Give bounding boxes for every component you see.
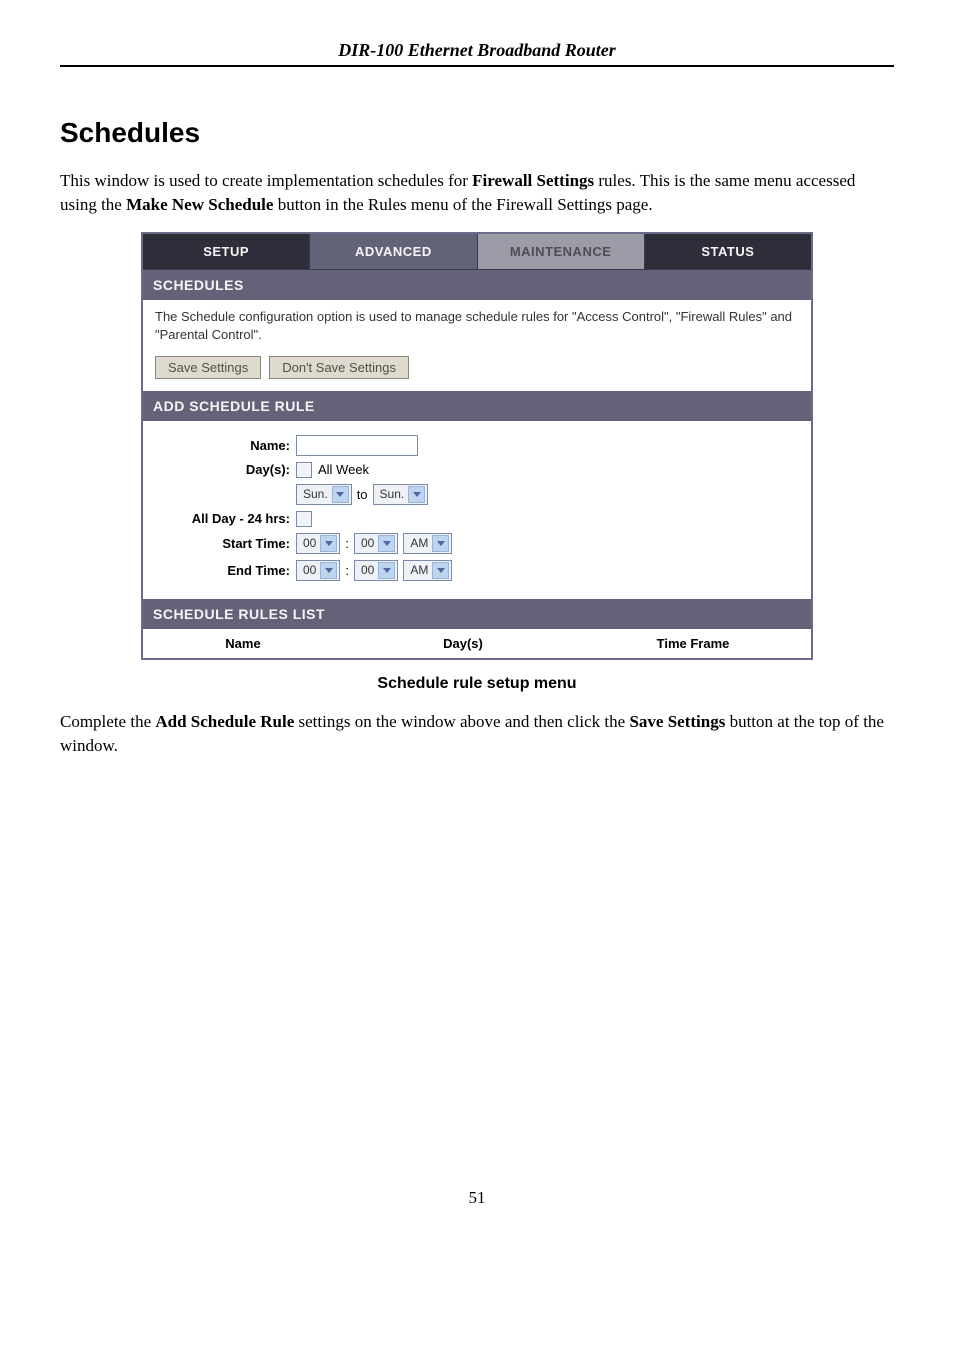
section-heading: Schedules bbox=[60, 117, 894, 149]
select-end-hour-value: 00 bbox=[303, 563, 316, 577]
chevron-down-icon bbox=[432, 535, 449, 552]
colon-2: : bbox=[345, 563, 349, 578]
column-time: Time Frame bbox=[583, 636, 803, 651]
tab-advanced[interactable]: ADVANCED bbox=[310, 234, 477, 270]
select-end-minute[interactable]: 00 bbox=[354, 560, 398, 581]
checkbox-all-week[interactable] bbox=[296, 462, 312, 478]
label-start-time: Start Time: bbox=[155, 536, 296, 551]
row-start-time: Start Time: 00 : 00 AM bbox=[155, 533, 799, 554]
intro-seg1: This window is used to create implementa… bbox=[60, 171, 472, 190]
intro-bold1: Firewall Settings bbox=[472, 171, 594, 190]
select-start-ampm[interactable]: AM bbox=[403, 533, 452, 554]
intro-seg3: button in the Rules menu of the Firewall… bbox=[273, 195, 652, 214]
row-days-range: Sun. to Sun. bbox=[155, 484, 799, 505]
save-settings-button[interactable]: Save Settings bbox=[155, 356, 261, 379]
tab-maintenance[interactable]: MAINTENANCE bbox=[478, 234, 645, 270]
schedules-button-row: Save Settings Don't Save Settings bbox=[155, 356, 799, 379]
chevron-down-icon bbox=[408, 486, 425, 503]
outro-paragraph: Complete the Add Schedule Rule settings … bbox=[60, 710, 894, 758]
row-days: Day(s): All Week bbox=[155, 462, 799, 478]
select-end-ampm-value: AM bbox=[410, 563, 428, 577]
add-schedule-rule-title: ADD SCHEDULE RULE bbox=[143, 391, 811, 421]
label-to: to bbox=[357, 487, 368, 502]
label-name: Name: bbox=[155, 438, 296, 453]
row-name: Name: bbox=[155, 435, 799, 456]
tab-setup[interactable]: SETUP bbox=[143, 234, 310, 270]
label-all-week: All Week bbox=[318, 462, 369, 477]
select-day-to[interactable]: Sun. bbox=[373, 484, 429, 505]
chevron-down-icon bbox=[378, 562, 395, 579]
select-end-ampm[interactable]: AM bbox=[403, 560, 452, 581]
schedules-description: The Schedule configuration option is use… bbox=[155, 308, 799, 344]
select-start-hour[interactable]: 00 bbox=[296, 533, 340, 554]
select-day-from-value: Sun. bbox=[303, 487, 328, 501]
label-end-time: End Time: bbox=[155, 563, 296, 578]
outro-seg2: settings on the window above and then cl… bbox=[294, 712, 629, 731]
schedule-rules-list-title: SCHEDULE RULES LIST bbox=[143, 599, 811, 629]
chevron-down-icon bbox=[320, 535, 337, 552]
chevron-down-icon bbox=[320, 562, 337, 579]
add-schedule-rule-body: Name: Day(s): All Week Sun. to Sun. All … bbox=[143, 421, 811, 599]
column-name: Name bbox=[143, 636, 343, 651]
schedules-title: SCHEDULES bbox=[143, 270, 811, 300]
tabs-row: SETUP ADVANCED MAINTENANCE STATUS bbox=[143, 234, 811, 270]
select-day-from[interactable]: Sun. bbox=[296, 484, 352, 505]
schedules-body: The Schedule configuration option is use… bbox=[143, 300, 811, 391]
page-header: DIR-100 Ethernet Broadband Router bbox=[60, 40, 894, 67]
column-days: Day(s) bbox=[343, 636, 583, 651]
chevron-down-icon bbox=[378, 535, 395, 552]
figure-caption: Schedule rule setup menu bbox=[60, 675, 894, 693]
tab-status[interactable]: STATUS bbox=[645, 234, 811, 270]
outro-bold2: Save Settings bbox=[629, 712, 725, 731]
intro-paragraph: This window is used to create implementa… bbox=[60, 169, 894, 217]
select-end-hour[interactable]: 00 bbox=[296, 560, 340, 581]
select-start-ampm-value: AM bbox=[410, 536, 428, 550]
select-day-to-value: Sun. bbox=[380, 487, 405, 501]
label-days: Day(s): bbox=[155, 462, 296, 477]
label-all-day: All Day - 24 hrs: bbox=[155, 511, 296, 526]
select-start-minute[interactable]: 00 bbox=[354, 533, 398, 554]
colon-1: : bbox=[345, 536, 349, 551]
rules-list-header: Name Day(s) Time Frame bbox=[143, 629, 811, 658]
router-admin-panel: SETUP ADVANCED MAINTENANCE STATUS SCHEDU… bbox=[141, 232, 813, 660]
input-name[interactable] bbox=[296, 435, 418, 456]
checkbox-all-day[interactable] bbox=[296, 511, 312, 527]
row-end-time: End Time: 00 : 00 AM bbox=[155, 560, 799, 581]
chevron-down-icon bbox=[432, 562, 449, 579]
outro-bold1: Add Schedule Rule bbox=[155, 712, 294, 731]
outro-seg1: Complete the bbox=[60, 712, 155, 731]
select-start-hour-value: 00 bbox=[303, 536, 316, 550]
dont-save-settings-button[interactable]: Don't Save Settings bbox=[269, 356, 409, 379]
intro-bold2: Make New Schedule bbox=[126, 195, 273, 214]
chevron-down-icon bbox=[332, 486, 349, 503]
select-start-minute-value: 00 bbox=[361, 536, 374, 550]
select-end-minute-value: 00 bbox=[361, 563, 374, 577]
row-all-day: All Day - 24 hrs: bbox=[155, 511, 799, 527]
page-number: 51 bbox=[60, 1188, 894, 1208]
